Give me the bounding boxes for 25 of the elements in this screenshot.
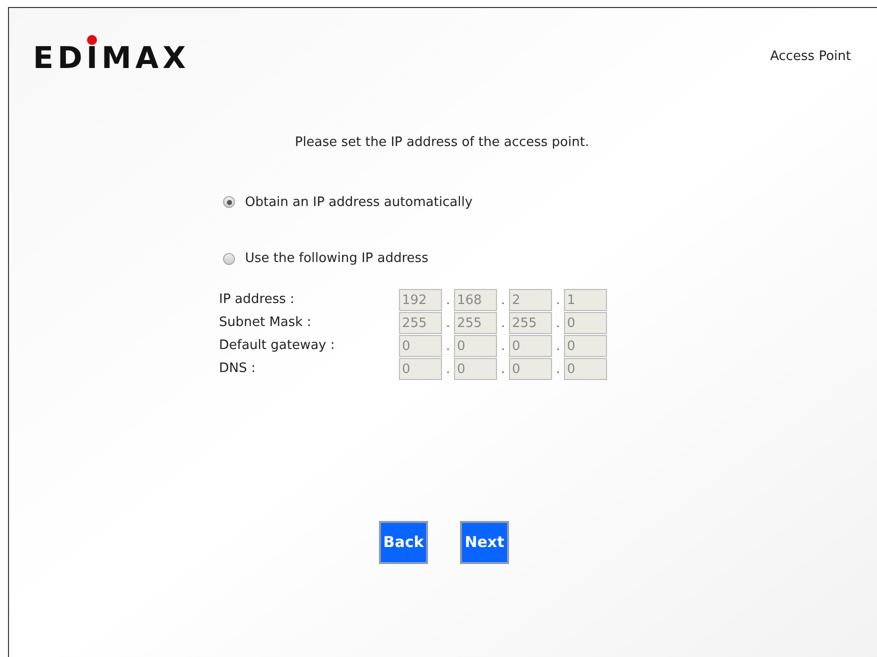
radio-icon[interactable] (223, 252, 235, 265)
radio-option[interactable]: Use the following IP address (223, 249, 428, 268)
dot-separator: . (555, 361, 561, 378)
radio-icon[interactable] (223, 196, 235, 208)
instruction-text: Please set the IP address of the access point. (294, 134, 590, 152)
dot-separator: . (445, 338, 451, 355)
dot-separator: . (500, 292, 506, 309)
logo-text: EDIMAX (33, 41, 190, 76)
field-label: DNS : (219, 360, 256, 378)
dot-separator: . (555, 292, 561, 309)
radio-option[interactable]: Obtain an IP address automatically (223, 192, 473, 212)
dot-separator: . (500, 315, 506, 332)
field-label: IP address : (219, 291, 296, 310)
mode-label: Access Point (770, 48, 851, 66)
dot-separator: . (555, 315, 561, 332)
nav-button[interactable]: Back (379, 520, 428, 564)
dot-separator: . (555, 338, 561, 355)
nav-button[interactable]: Next (460, 520, 509, 564)
field-label: Subnet Mask : (219, 314, 312, 332)
dot-separator: . (500, 361, 506, 378)
dot-separator: . (445, 292, 451, 309)
dot-separator: . (500, 338, 506, 355)
dot-separator: . (445, 361, 451, 378)
field-label: Default gateway : (219, 337, 336, 356)
dot-separator: . (445, 315, 451, 332)
